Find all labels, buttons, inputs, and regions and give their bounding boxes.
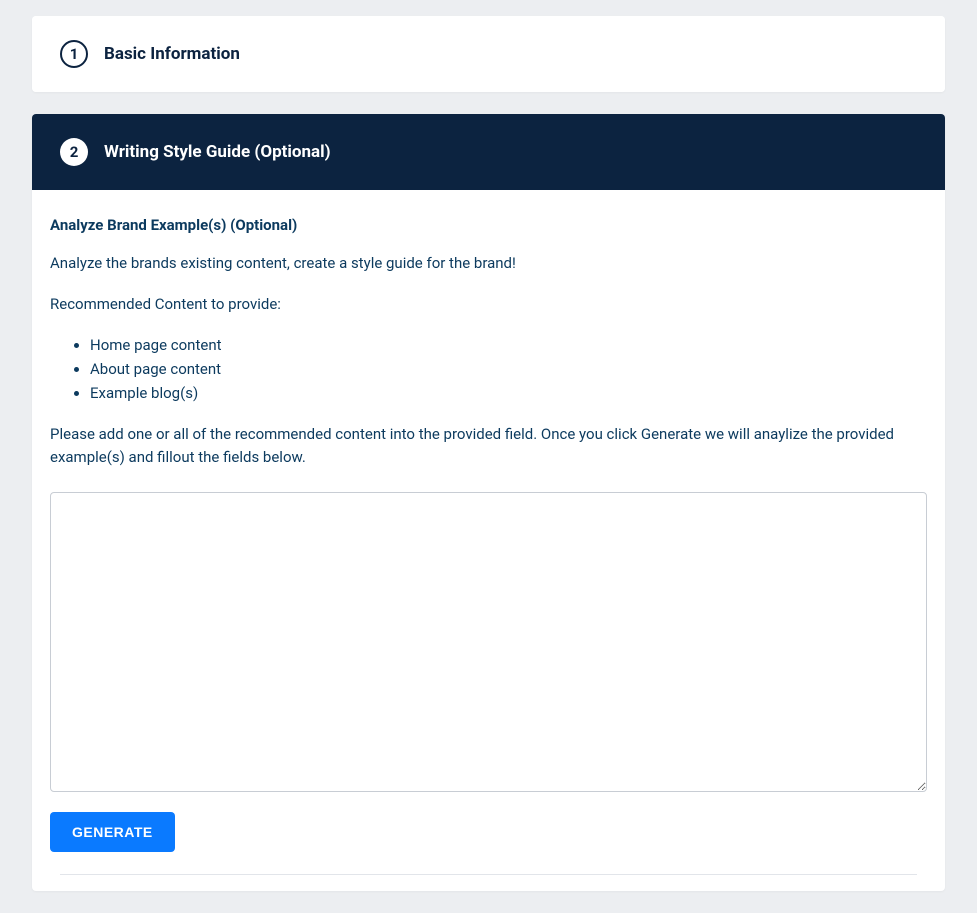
step-1-title: Basic Information: [104, 44, 240, 64]
list-item: Example blog(s): [90, 381, 927, 405]
recommend-label: Recommended Content to provide:: [50, 293, 927, 316]
step-2-header[interactable]: 2 Writing Style Guide (Optional): [32, 114, 945, 190]
list-item: Home page content: [90, 333, 927, 357]
divider: [60, 874, 917, 875]
step-1-number-badge: 1: [60, 40, 88, 68]
step-2-title: Writing Style Guide (Optional): [104, 142, 331, 162]
analyze-intro-text: Analyze the brands existing content, cre…: [50, 252, 927, 275]
step-2-number: 2: [70, 143, 79, 161]
instruction-text: Please add one or all of the recommended…: [50, 423, 927, 468]
recommend-list: Home page content About page content Exa…: [50, 333, 927, 405]
step-2-card: 2 Writing Style Guide (Optional) Analyze…: [32, 114, 945, 891]
generate-button[interactable]: Generate: [50, 812, 175, 852]
step-1-number: 1: [70, 45, 79, 63]
step-1-header[interactable]: 1 Basic Information: [32, 16, 945, 92]
step-2-number-badge: 2: [60, 138, 88, 166]
brand-content-textarea[interactable]: [50, 492, 927, 792]
step-1-card: 1 Basic Information: [32, 16, 945, 92]
list-item: About page content: [90, 357, 927, 381]
step-2-body: Analyze Brand Example(s) (Optional) Anal…: [32, 190, 945, 891]
analyze-section-title: Analyze Brand Example(s) (Optional): [50, 216, 927, 234]
